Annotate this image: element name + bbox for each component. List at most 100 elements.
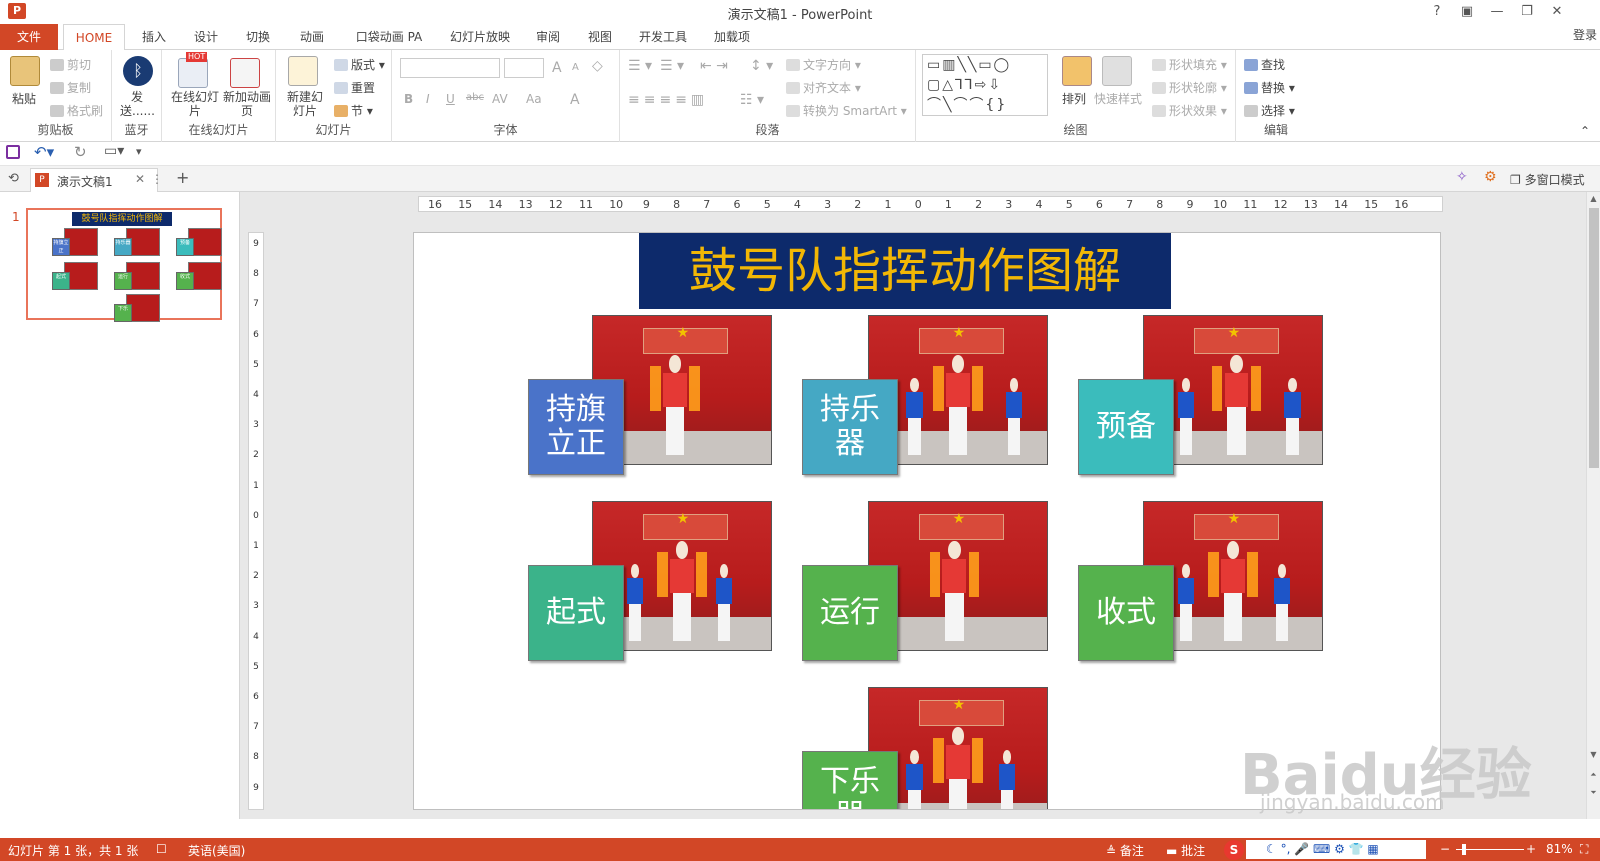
restore-button[interactable]: ❐: [1516, 3, 1538, 21]
online-slide-icon[interactable]: [178, 58, 208, 88]
new-page-icon[interactable]: [230, 58, 260, 88]
redo-icon[interactable]: ↻: [74, 143, 87, 161]
notes-button[interactable]: ≜ 备注: [1106, 842, 1144, 859]
slide-title[interactable]: 鼓号队指挥动作图解: [639, 233, 1171, 309]
bluetooth-icon[interactable]: ᛒ: [123, 56, 153, 86]
action-label-7[interactable]: 下乐器: [802, 751, 898, 809]
layout-button[interactable]: 版式 ▾: [334, 56, 385, 73]
new-animation-page-button[interactable]: 新加动画页: [222, 90, 272, 118]
reset-button[interactable]: 重置: [334, 79, 375, 96]
section-button[interactable]: 节 ▾: [334, 102, 373, 119]
tab-slideshow[interactable]: 幻灯片放映: [444, 24, 516, 50]
tab-insert[interactable]: 插入: [132, 24, 176, 50]
numbering-icon[interactable]: ☰ ▾: [660, 58, 684, 74]
format-painter-button[interactable]: 格式刷: [50, 102, 103, 119]
help-icon[interactable]: ?: [1426, 3, 1448, 21]
smartart-button[interactable]: 转换为 SmartArt ▾: [786, 102, 907, 119]
magic-icon[interactable]: ✧: [1456, 169, 1468, 185]
font-color-button[interactable]: A: [570, 92, 580, 108]
action-label-5[interactable]: 运行: [802, 565, 898, 661]
new-slide-button[interactable]: 新建幻灯片: [282, 90, 328, 118]
quick-styles-icon[interactable]: [1102, 56, 1132, 86]
align-icons[interactable]: ≡≡≡≡▥: [628, 92, 708, 108]
tab-menu-icon[interactable]: ⋮: [151, 172, 163, 186]
prev-slide-icon[interactable]: ⏶: [1588, 770, 1599, 780]
italic-button[interactable]: I: [426, 92, 430, 106]
tab-view[interactable]: 视图: [578, 24, 622, 50]
text-direction-button[interactable]: 文字方向 ▾: [786, 56, 861, 73]
change-case-button[interactable]: Aa: [526, 92, 542, 106]
tab-file[interactable]: 文件: [0, 24, 58, 50]
new-slide-icon[interactable]: [288, 56, 318, 86]
vertical-scrollbar[interactable]: ▲ ▼ ⏶ ⏷: [1586, 192, 1600, 819]
paste-icon[interactable]: [10, 56, 40, 86]
font-size-box[interactable]: [504, 58, 544, 78]
action-label-3[interactable]: 预备: [1078, 379, 1174, 475]
indent-icon[interactable]: ⇤ ⇥: [700, 58, 728, 74]
shape-effects-button[interactable]: 形状效果 ▾: [1152, 102, 1227, 119]
scroll-up-icon[interactable]: ▲: [1588, 194, 1599, 204]
zoom-slider-thumb[interactable]: [1462, 844, 1466, 855]
close-button[interactable]: ✕: [1546, 3, 1568, 21]
font-name-box[interactable]: [400, 58, 500, 78]
add-tab-icon[interactable]: +: [176, 168, 189, 187]
clear-format-icon[interactable]: ◇: [592, 58, 603, 74]
tab-review[interactable]: 审阅: [526, 24, 570, 50]
tab-transitions[interactable]: 切换: [236, 24, 280, 50]
select-button[interactable]: 选择 ▾: [1244, 102, 1295, 119]
zoom-slider[interactable]: [1456, 849, 1524, 850]
settings-gear-icon[interactable]: ⚙: [1484, 169, 1497, 185]
online-slide-button[interactable]: 在线幻灯片: [170, 90, 220, 118]
collapse-ribbon-icon[interactable]: ⌃: [1580, 124, 1590, 138]
tab-design[interactable]: 设计: [184, 24, 228, 50]
next-slide-icon[interactable]: ⏷: [1588, 788, 1599, 798]
ribbon-display-icon[interactable]: ▣: [1456, 3, 1478, 21]
bold-button[interactable]: B: [404, 92, 413, 106]
spellcheck-icon[interactable]: ☐: [156, 842, 167, 856]
tab-pocket-animation[interactable]: 口袋动画 PA: [346, 24, 432, 50]
shape-outline-button[interactable]: 形状轮廓 ▾: [1152, 79, 1227, 96]
strikethrough-button[interactable]: abc: [466, 92, 484, 103]
shapes-gallery[interactable]: ▭▥╲╲▭◯ ▢△⅂⅂⇨⇩ ⌒╲⌒⌒{}: [922, 54, 1048, 116]
grow-font-button[interactable]: A: [552, 60, 562, 76]
align-text-button[interactable]: 对齐文本 ▾: [786, 79, 861, 96]
action-label-4[interactable]: 起式: [528, 565, 624, 661]
line-spacing-icon[interactable]: ↕ ▾: [750, 58, 773, 74]
send-button[interactable]: 发送......: [120, 90, 155, 118]
close-tab-icon[interactable]: ✕: [135, 172, 145, 186]
quick-styles-button[interactable]: 快速样式: [1094, 90, 1142, 107]
underline-button[interactable]: U: [446, 92, 455, 106]
bullets-icon[interactable]: ☰ ▾: [628, 58, 652, 74]
slide-canvas[interactable]: 鼓号队指挥动作图解 ★持旗立正★持乐器★预备★起式★运行★收式★下乐器: [413, 232, 1441, 810]
undo-icon[interactable]: ↶▾: [34, 143, 54, 161]
action-label-1[interactable]: 持旗 立正: [528, 379, 624, 475]
find-button[interactable]: 查找: [1244, 56, 1285, 73]
fit-slide-icon[interactable]: ⛶: [1580, 842, 1588, 857]
scroll-down-icon[interactable]: ▼: [1588, 750, 1599, 760]
shape-fill-button[interactable]: 形状填充 ▾: [1152, 56, 1227, 73]
history-icon[interactable]: ⟲: [8, 171, 19, 186]
action-label-6[interactable]: 收式: [1078, 565, 1174, 661]
slide-thumbnail[interactable]: 鼓号队指挥动作图解 持旗立正 持乐器 预备 起式 运行 收式 下乐: [26, 208, 222, 322]
tab-home[interactable]: HOME: [63, 24, 125, 51]
replace-button[interactable]: 替换 ▾: [1244, 79, 1295, 96]
sogou-ime-icon[interactable]: S: [1224, 840, 1244, 860]
start-slideshow-icon[interactable]: ▭▾: [104, 143, 124, 159]
multi-window-button[interactable]: ❐ 多窗口模式: [1510, 171, 1585, 188]
copy-button[interactable]: 复制: [50, 79, 91, 96]
char-spacing-button[interactable]: AV: [492, 92, 508, 106]
action-label-2[interactable]: 持乐器: [802, 379, 898, 475]
tab-developer[interactable]: 开发工具: [632, 24, 694, 50]
shrink-font-button[interactable]: A: [572, 62, 579, 73]
minimize-button[interactable]: —: [1486, 3, 1508, 21]
paste-button[interactable]: 粘贴: [12, 90, 36, 107]
scrollbar-thumb[interactable]: [1589, 208, 1599, 468]
ime-icons[interactable]: ☾ °, 🎤 ⌨ ⚙ 👕 ▦: [1266, 842, 1379, 856]
language-indicator[interactable]: 英语(美国): [188, 842, 245, 859]
arrange-icon[interactable]: [1062, 56, 1092, 86]
zoom-out-icon[interactable]: −: [1440, 842, 1450, 856]
cut-button[interactable]: 剪切: [50, 56, 91, 73]
tab-addins[interactable]: 加载项: [704, 24, 760, 50]
columns-icon[interactable]: ☷ ▾: [740, 92, 764, 108]
comments-button[interactable]: ▬ 批注: [1166, 842, 1205, 859]
